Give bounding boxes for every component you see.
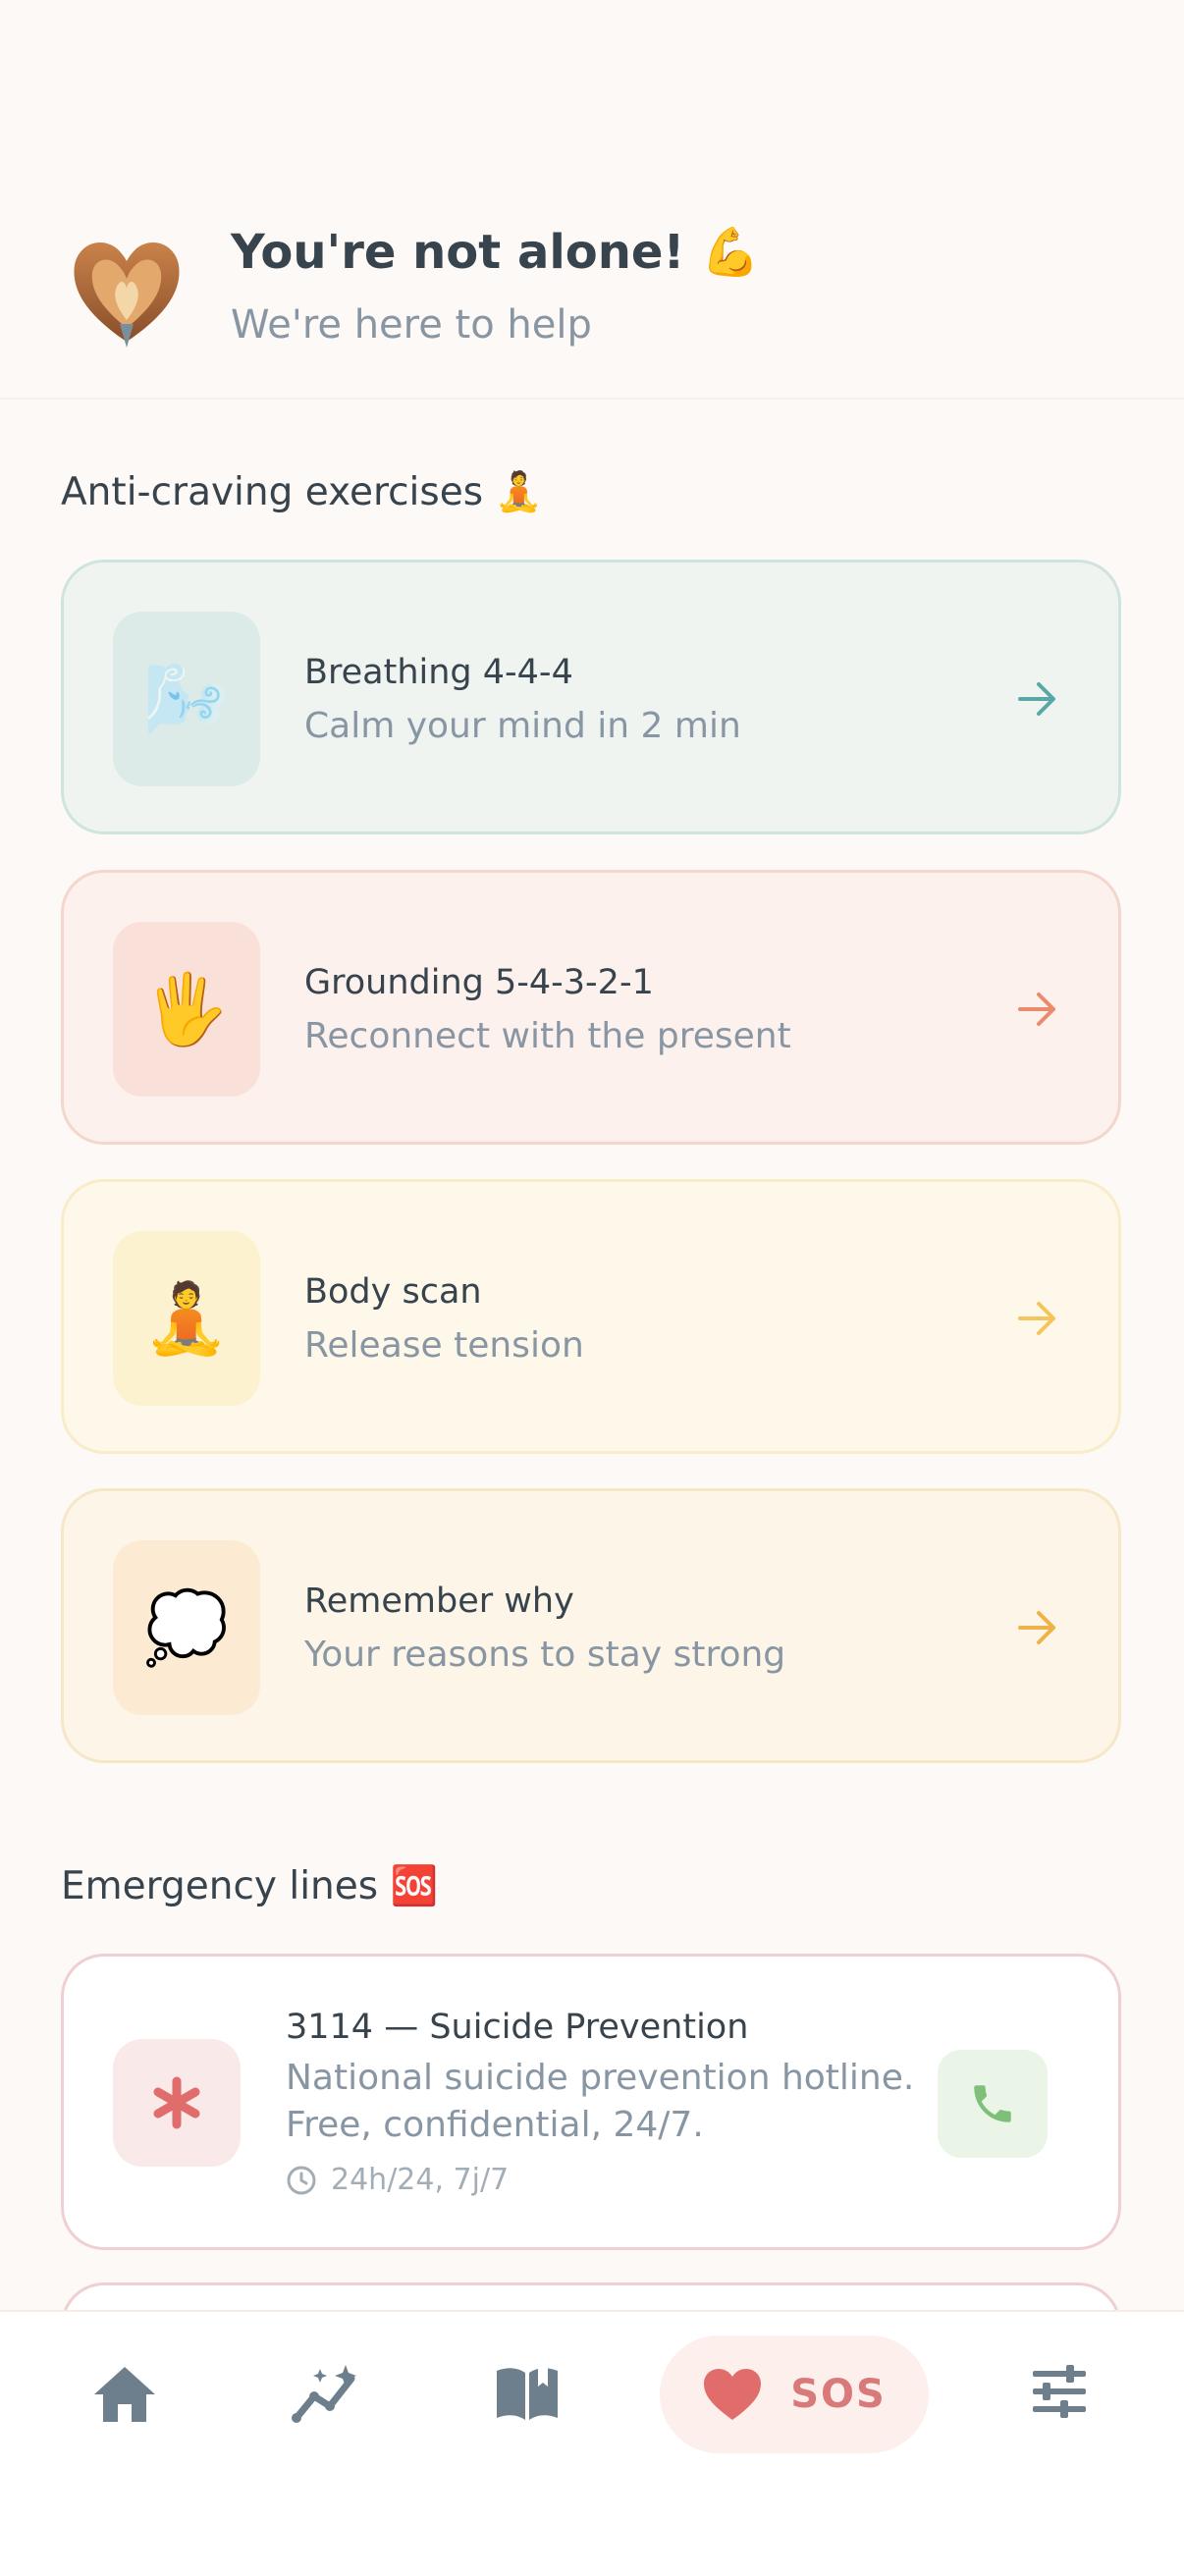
wind-face-icon: 🌬️ (113, 612, 260, 786)
call-button[interactable] (938, 2050, 1048, 2158)
phoenix-heart-logo-icon (74, 242, 180, 348)
emergency-section-title: Emergency lines 🆘 (61, 1864, 439, 1908)
exercise-title: Grounding 5-4-3-2-1 (304, 963, 654, 1002)
emergency-line-title: 3114 — Suicide Prevention (286, 2008, 749, 2047)
exercise-card-breathing[interactable]: 🌬️ Breathing 4-4-4 Calm your mind in 2 m… (61, 560, 1121, 834)
exercise-title: Remember why (304, 1582, 574, 1621)
sos-button[interactable]: SOS (660, 2335, 929, 2453)
page-subtitle: We're here to help (231, 302, 592, 348)
exercise-subtitle: Calm your mind in 2 min (304, 706, 741, 746)
arrow-right-icon (1018, 1611, 1055, 1644)
hours-label: 24h/24, 7j/7 (331, 2163, 510, 2197)
thought-bubble-icon: 💭 (113, 1540, 260, 1715)
arrow-right-icon (1018, 993, 1055, 1026)
settings-sliders-icon[interactable] (1031, 2363, 1088, 2420)
clock-icon (287, 2166, 316, 2194)
hand-icon: 🖐️ (113, 922, 260, 1097)
exercise-subtitle: Reconnect with the present (304, 1016, 791, 1056)
home-icon[interactable] (90, 2363, 159, 2426)
exercises-section-title: Anti-craving exercises 🧘 (61, 470, 543, 514)
phone-icon (974, 2085, 1011, 2122)
exercise-card-grounding[interactable]: 🖐️ Grounding 5-4-3-2-1 Reconnect with th… (61, 870, 1121, 1145)
stats-icon[interactable] (291, 2363, 361, 2426)
emergency-line-card: 3114 — Suicide Prevention National suici… (61, 1954, 1121, 2250)
exercise-card-body-scan[interactable]: 🧘 Body scan Release tension (61, 1179, 1121, 1454)
arrow-right-icon (1018, 682, 1055, 716)
sos-label: SOS (790, 2372, 887, 2417)
exercise-subtitle: Release tension (304, 1325, 584, 1366)
meditation-icon: 🧘 (113, 1231, 260, 1406)
header: You're not alone! 💪 We're here to help (0, 0, 1184, 400)
emergency-line-description: National suicide prevention hotline. Fre… (286, 2058, 915, 2145)
exercise-title: Body scan (304, 1272, 482, 1312)
heart-icon (704, 2369, 762, 2420)
bottom-nav: SOS (0, 2310, 1184, 2576)
asterisk-icon (113, 2039, 241, 2167)
exercise-card-remember-why[interactable]: 💭 Remember why Your reasons to stay stro… (61, 1488, 1121, 1763)
journal-icon[interactable] (493, 2361, 562, 2424)
exercise-subtitle: Your reasons to stay strong (304, 1635, 786, 1675)
arrow-right-icon (1018, 1302, 1055, 1335)
emergency-line-hours: 24h/24, 7j/7 (286, 2163, 509, 2197)
page-title: You're not alone! 💪 (231, 225, 760, 280)
exercise-title: Breathing 4-4-4 (304, 653, 573, 692)
